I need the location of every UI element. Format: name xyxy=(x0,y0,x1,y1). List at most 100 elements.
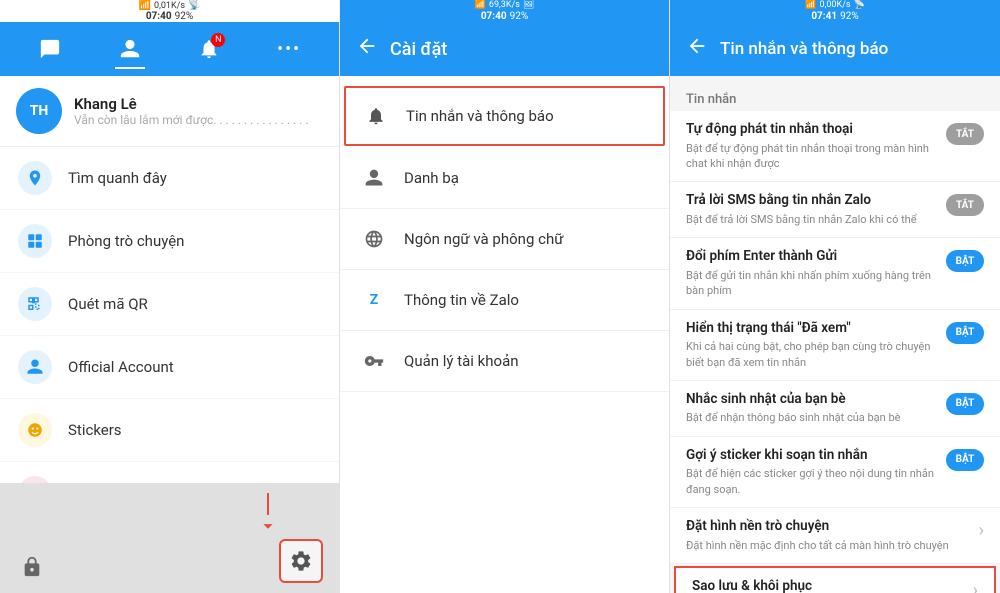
setting-desc-1: Bật để trả lời SMS bằng tin nhắn Zalo kh… xyxy=(686,212,934,227)
setting-title-0: Tự động phát tin nhắn thoại xyxy=(686,121,934,139)
menu-label-nearby: Tìm quanh đây xyxy=(68,169,167,187)
settings-label-account: Quản lý tài khoản xyxy=(404,352,519,370)
official-account-icon xyxy=(18,350,52,384)
status-left-p2: 📶 69,3K/s 🖼 xyxy=(475,0,535,10)
menu-item-nearby[interactable]: Tìm quanh đây xyxy=(0,147,339,210)
setting-title-6: Đặt hình nền trò chuyện xyxy=(686,518,967,536)
settings-menu-list: Tin nhắn và thông báo Danh bạ Ngôn ngữ v… xyxy=(340,76,669,593)
time-p1: 07:40 xyxy=(146,11,172,22)
setting-desc-5: Bật để hiện các sticker gợi ý theo nội d… xyxy=(686,466,934,497)
status-bar-panel1: 📶 0,01K/s 📡 07:40 92% xyxy=(0,0,340,22)
notifications-header: Tin nhắn và thông báo xyxy=(670,22,1000,76)
toggle-4[interactable]: BẬT xyxy=(946,393,984,415)
setting-row-4: Nhắc sinh nhật của bạn bè Bật để nhận th… xyxy=(670,381,1000,437)
setting-row-5: Gợi ý sticker khi soạn tin nhắn Bật để h… xyxy=(670,437,1000,508)
settings-header: Cài đặt xyxy=(340,22,669,76)
setting-title-2: Đổi phím Enter thành Gửi xyxy=(686,248,934,266)
nav-chat-icon[interactable] xyxy=(30,29,70,69)
profile-name: Khang Lê xyxy=(74,95,309,113)
setting-row-1: Trả lời SMS bằng tin nhắn Zalo Bật để tr… xyxy=(670,182,1000,238)
settings-label-contacts: Danh bạ xyxy=(404,169,459,187)
settings-label-zalo-info: Thông tin về Zalo xyxy=(404,291,519,309)
stickers-icon xyxy=(18,413,52,447)
setting-desc-0: Bật để tự động phát tin nhắn thoại trong… xyxy=(686,141,934,172)
toggle-2[interactable]: BẬT xyxy=(946,250,984,272)
settings-button[interactable] xyxy=(279,539,323,583)
notifications-content: Tin nhắn Tự động phát tin nhắn thoại Bật… xyxy=(670,76,1000,593)
battery-p3: 92% xyxy=(840,11,859,22)
wifi-icon-p1: 📡 xyxy=(188,0,200,11)
game-icon xyxy=(18,476,52,483)
settings-item-zalo-info[interactable]: Z Thông tin về Zalo xyxy=(340,270,669,331)
status-left-p1: 📶 0,01K/s 📡 xyxy=(139,0,201,11)
menu-item-qr[interactable]: Quét mã QR xyxy=(0,273,339,336)
settings-back-button[interactable] xyxy=(356,35,378,63)
status-right-p1: 07:40 92% xyxy=(146,11,193,22)
settings-item-language[interactable]: Ngôn ngữ và phông chữ xyxy=(340,209,669,270)
nav-notification-icon[interactable]: N xyxy=(189,29,229,69)
nav-more-icon[interactable]: ••• xyxy=(269,29,309,69)
contacts-icon xyxy=(360,164,388,192)
signal-icon-p3: 📶 xyxy=(805,0,816,10)
time-p2: 07:40 xyxy=(481,11,507,22)
wifi-icon-p3: 📡 xyxy=(853,0,864,10)
settings-item-contacts[interactable]: Danh bạ xyxy=(340,148,669,209)
chatroom-icon xyxy=(18,224,52,258)
img-icon-p2: 🖼 xyxy=(523,0,534,10)
settings-rows-container: Tự động phát tin nhắn thoại Bật để tự độ… xyxy=(670,111,1000,593)
avatar: TH xyxy=(16,88,62,134)
toggle-5[interactable]: BẬT xyxy=(946,449,984,471)
section-label-messages: Tin nhắn xyxy=(670,84,1000,111)
key-icon xyxy=(360,347,388,375)
nav-header: N ••• xyxy=(0,22,339,76)
menu-item-chatroom[interactable]: Phòng trò chuyện xyxy=(0,210,339,273)
status-right-p2: 07:40 92% xyxy=(481,11,528,22)
settings-label-language: Ngôn ngữ và phông chữ xyxy=(404,230,564,248)
setting-title-4: Nhắc sinh nhật của bạn bè xyxy=(686,391,934,409)
setting-title-1: Trả lời SMS bằng tin nhắn Zalo xyxy=(686,192,934,210)
signal-icon-p2: 📶 xyxy=(475,0,486,10)
settings-item-notifications[interactable]: Tin nhắn và thông báo xyxy=(344,86,665,146)
setting-desc-4: Bật để nhận thông báo sinh nhật của bạn … xyxy=(686,410,934,425)
setting-row-6[interactable]: Đặt hình nền trò chuyện Đặt hình nền mặc… xyxy=(670,508,1000,564)
status-bar-panel2: 📶 69,3K/s 🖼 07:40 92% xyxy=(340,0,670,22)
network-speed-p3: 0,00K/s xyxy=(820,0,851,10)
lock-button[interactable] xyxy=(16,551,48,583)
setting-title-5: Gợi ý sticker khi soạn tin nhắn xyxy=(686,447,934,465)
setting-text-6: Đặt hình nền trò chuyện Đặt hình nền mặc… xyxy=(686,518,967,553)
language-icon xyxy=(360,225,388,253)
notifications-back-button[interactable] xyxy=(686,35,708,63)
settings-item-account[interactable]: Quản lý tài khoản xyxy=(340,331,669,392)
time-p3: 07:41 xyxy=(811,11,837,22)
settings-label-notifications: Tin nhắn và thông báo xyxy=(406,107,554,125)
network-speed-p1: 0,01K/s xyxy=(154,1,185,11)
menu-label-official-account: Official Account xyxy=(68,358,174,376)
nearby-icon xyxy=(18,161,52,195)
setting-title-7: Sao lưu & khôi phục xyxy=(692,578,961,593)
setting-row-0: Tự động phát tin nhắn thoại Bật để tự độ… xyxy=(670,111,1000,182)
setting-desc-3: Khi cả hai cùng bật, cho phép bạn cùng t… xyxy=(686,339,934,370)
setting-text-0: Tự động phát tin nhắn thoại Bật để tự độ… xyxy=(686,121,934,171)
toggle-0[interactable]: TẮT xyxy=(946,123,984,145)
profile-status: Vẫn còn lâu lắm mới được. . . . . . . . … xyxy=(74,113,309,127)
setting-desc-6: Đặt hình nền mặc định cho tất cả màn hìn… xyxy=(686,538,967,553)
toggle-1[interactable]: TẮT xyxy=(946,194,984,216)
sidebar-bottom xyxy=(0,483,339,593)
setting-row-7[interactable]: Sao lưu & khôi phục Sao lưu tin nhắn lên… xyxy=(674,566,996,593)
zalo-icon: Z xyxy=(360,286,388,314)
menu-item-game[interactable]: Game xyxy=(0,462,339,483)
bell-icon xyxy=(362,102,390,130)
nav-contacts-icon[interactable] xyxy=(110,29,150,69)
qr-icon xyxy=(18,287,52,321)
toggle-3[interactable]: BẬT xyxy=(946,322,984,344)
profile-section[interactable]: TH Khang Lê Vẫn còn lâu lắm mới được. . … xyxy=(0,76,339,147)
battery-p2: 92% xyxy=(510,11,529,22)
sidebar-panel: N ••• TH Khang Lê Vẫn còn lâu lắm mới đư… xyxy=(0,22,340,593)
settings-panel: Cài đặt Tin nhắn và thông báo Danh bạ Ng xyxy=(340,22,670,593)
setting-desc-2: Bật để gửi tin nhắn khi nhấn phím xuống … xyxy=(686,268,934,299)
menu-item-stickers[interactable]: Stickers xyxy=(0,399,339,462)
notification-badge: N xyxy=(211,33,225,47)
setting-text-5: Gợi ý sticker khi soạn tin nhắn Bật để h… xyxy=(686,447,934,497)
menu-item-official-account[interactable]: Official Account xyxy=(0,336,339,399)
network-speed-p2: 69,3K/s xyxy=(489,0,520,10)
